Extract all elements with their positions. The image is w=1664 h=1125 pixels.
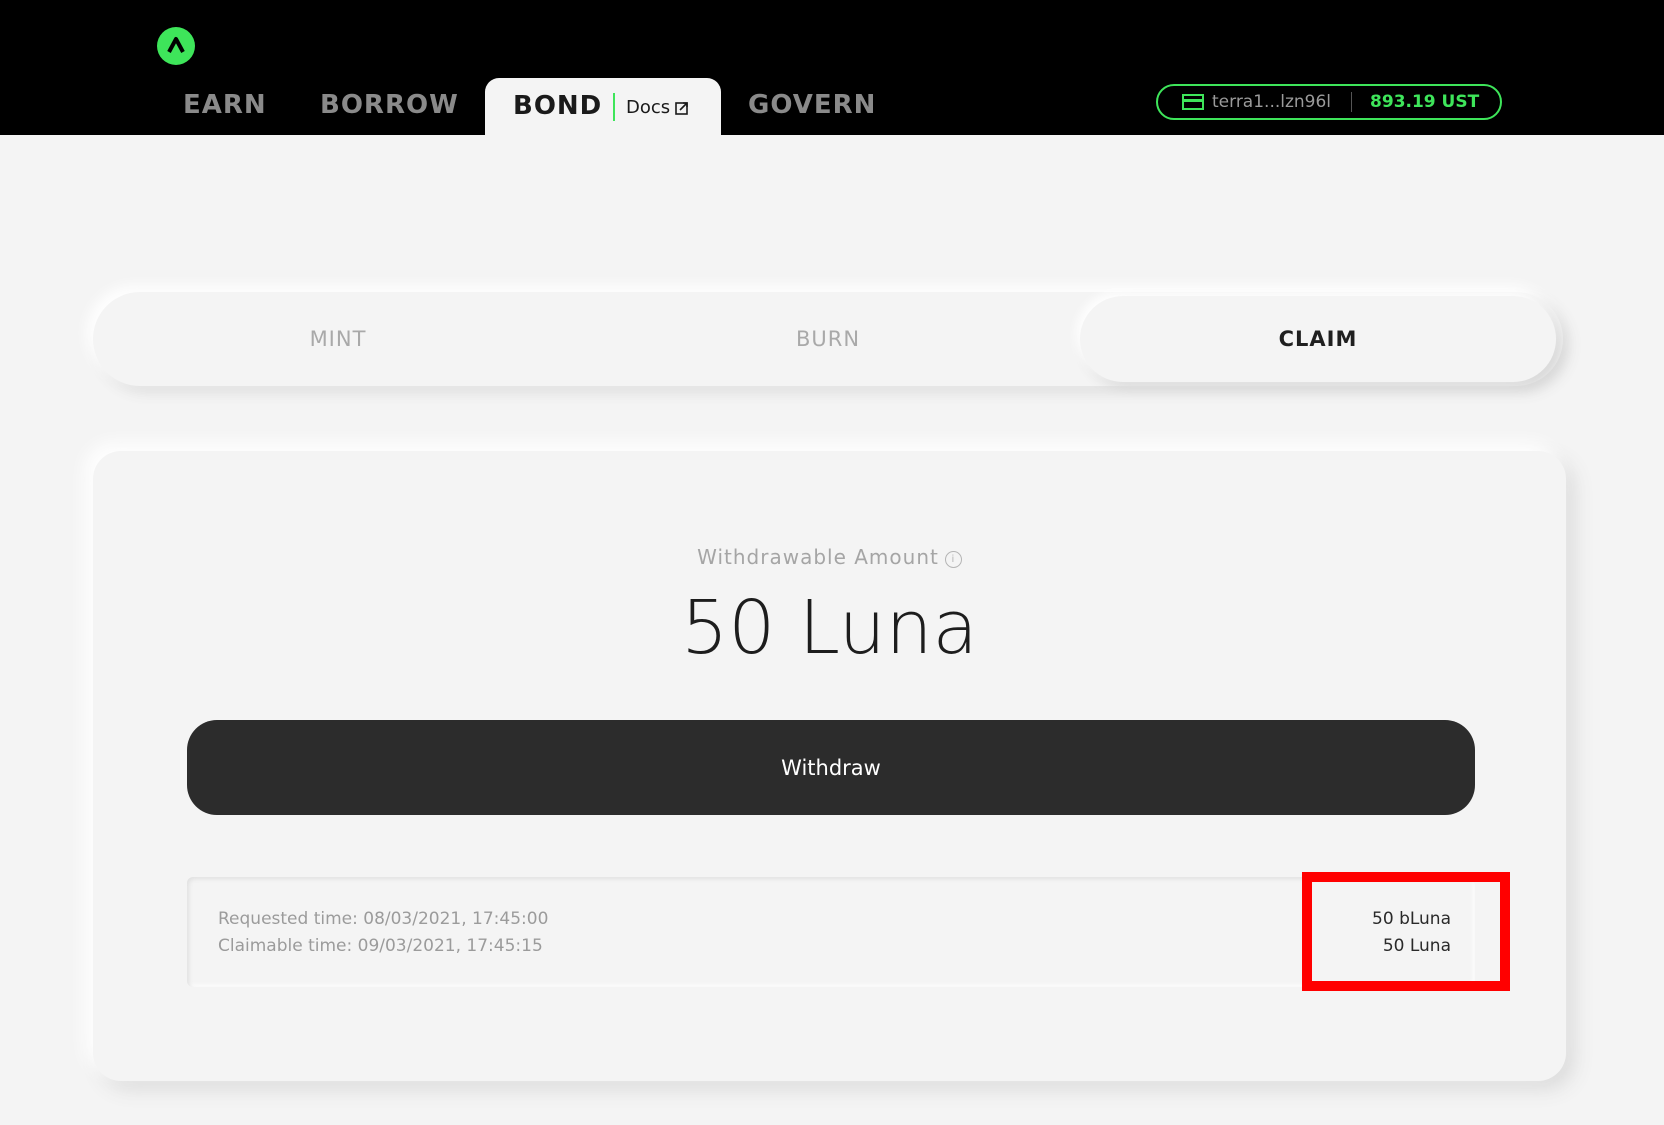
wallet-address: terra1...lzn96l <box>1212 92 1332 112</box>
nav-earn[interactable]: EARN <box>183 90 267 120</box>
wallet-balance: 893.19 UST <box>1370 92 1480 112</box>
withdrawable-amount-label: Withdrawable Amount <box>697 545 939 569</box>
tab-mint[interactable]: MINT <box>93 292 583 386</box>
anchor-logo-icon[interactable] <box>157 27 195 65</box>
tab-burn[interactable]: BURN <box>583 292 1073 386</box>
docs-link[interactable]: Docs <box>626 97 689 118</box>
wallet-icon <box>1182 94 1204 110</box>
withdrawable-amount-value: 50 Luna <box>681 585 978 671</box>
top-navigation-bar: EARN BORROW BOND Docs GOVERN terra1...lz… <box>0 0 1664 135</box>
info-icon[interactable]: i <box>944 551 962 568</box>
tab-claim[interactable]: CLAIM <box>1080 296 1556 382</box>
requested-time: Requested time: 08/03/2021, 17:45:00 <box>218 909 549 929</box>
wallet-button[interactable]: terra1...lzn96l 893.19 UST <box>1156 84 1502 120</box>
nav-govern[interactable]: GOVERN <box>748 90 876 120</box>
withdrawable-amount-label-row: Withdrawable Amount i <box>93 545 1566 569</box>
external-link-icon <box>675 101 688 115</box>
withdraw-button[interactable]: Withdraw <box>187 720 1475 815</box>
bond-tab-bar: MINT BURN CLAIM <box>93 292 1563 386</box>
claimable-time: Claimable time: 09/03/2021, 17:45:15 <box>218 936 543 956</box>
nav-bond[interactable]: BOND <box>513 91 602 121</box>
nav-borrow[interactable]: BORROW <box>320 90 459 120</box>
nav-bond-tab[interactable]: BOND Docs <box>485 78 721 135</box>
highlight-box <box>1302 872 1510 991</box>
withdraw-request-row: Requested time: 08/03/2021, 17:45:00 Cla… <box>187 877 1475 987</box>
wallet-divider <box>1351 92 1353 112</box>
nav-divider <box>613 93 615 121</box>
docs-label: Docs <box>626 97 671 118</box>
